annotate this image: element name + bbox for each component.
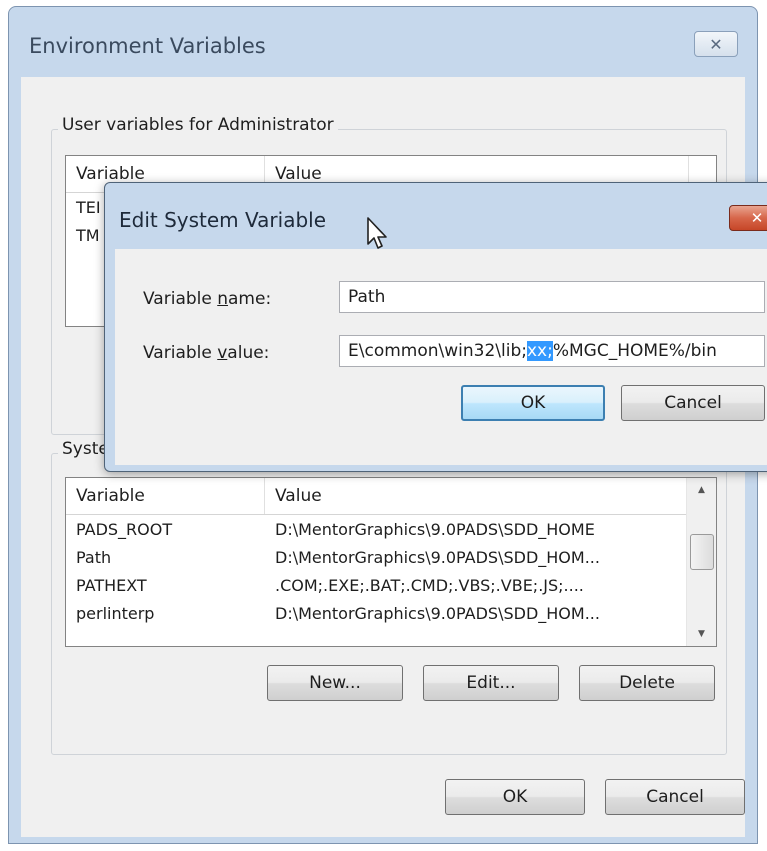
variable-value-label: Variable value: [143, 343, 270, 363]
variable-value: D:\MentorGraphics\9.0PADS\SDD_HOME [275, 520, 595, 539]
scroll-up-arrow-icon[interactable]: ▲ [687, 480, 716, 500]
system-variables-list[interactable]: Variable Value PADS_ROOT D:\MentorGraphi… [65, 477, 717, 647]
window-title: Environment Variables [29, 34, 266, 58]
table-row[interactable]: Path D:\MentorGraphics\9.0PADS\SDD_HOM..… [66, 546, 686, 572]
dialog-close-button[interactable]: ✕ [729, 205, 767, 231]
variable-value-field[interactable]: E\common\win32\lib;xx;%MGC_HOME%/bin [339, 335, 765, 367]
value-text: %MGC_HOME%/bin [552, 341, 717, 361]
table-row[interactable]: PATHEXT .COM;.EXE;.BAT;.CMD;.VBS;.VBE;.J… [66, 574, 686, 600]
variable-value: D:\MentorGraphics\9.0PADS\SDD_HOM... [275, 548, 600, 567]
column-header-value[interactable]: Value [275, 164, 322, 184]
variable-name: PATHEXT [76, 576, 147, 595]
variable-value: D:\MentorGraphics\9.0PADS\SDD_HOM... [275, 604, 600, 623]
variable-name: TEI [76, 198, 101, 217]
system-list-header: Variable Value [66, 478, 716, 515]
new-variable-button[interactable]: New... [267, 665, 403, 701]
column-separator[interactable] [264, 478, 265, 514]
column-header-variable[interactable]: Variable [76, 164, 145, 184]
mouse-pointer-icon [367, 217, 387, 249]
cancel-button[interactable]: Cancel [605, 779, 745, 815]
close-icon: ✕ [750, 209, 764, 227]
delete-variable-button[interactable]: Delete [579, 665, 715, 701]
scroll-down-arrow-icon[interactable]: ▼ [687, 624, 716, 644]
dialog-cancel-button[interactable]: Cancel [621, 385, 765, 421]
dialog-title: Edit System Variable [119, 208, 327, 232]
edit-system-variable-dialog: Edit System Variable ✕ Variable name: Pa… [104, 182, 767, 472]
table-row[interactable]: perlinterp D:\MentorGraphics\9.0PADS\SDD… [66, 602, 686, 628]
variable-name: Path [76, 548, 112, 567]
variable-name: perlinterp [76, 604, 155, 623]
scrollbar-thumb[interactable] [690, 534, 714, 570]
variable-name-label: Variable name: [143, 289, 272, 309]
window-close-button[interactable]: ✕ [694, 31, 738, 57]
edit-variable-button[interactable]: Edit... [423, 665, 559, 701]
selected-text: xx; [526, 341, 553, 361]
vertical-scrollbar[interactable]: ▲ ▼ [686, 478, 716, 646]
column-header-value[interactable]: Value [275, 486, 322, 506]
variable-value: .COM;.EXE;.BAT;.CMD;.VBS;.VBE;.JS;.... [275, 576, 584, 595]
variable-name-field[interactable]: Path [339, 281, 765, 313]
column-header-variable[interactable]: Variable [76, 486, 145, 506]
ok-button[interactable]: OK [445, 779, 585, 815]
value-text: E\common\win32\lib; [348, 341, 527, 361]
dialog-client-area: Variable name: Path Variable value: E\co… [115, 249, 767, 465]
variable-name: TM [76, 226, 100, 245]
close-icon: ✕ [709, 34, 723, 54]
table-row[interactable]: PADS_ROOT D:\MentorGraphics\9.0PADS\SDD_… [66, 518, 686, 544]
variable-name: PADS_ROOT [76, 520, 173, 539]
user-variables-label: User variables for Administrator [58, 115, 338, 135]
dialog-ok-button[interactable]: OK [461, 385, 605, 421]
